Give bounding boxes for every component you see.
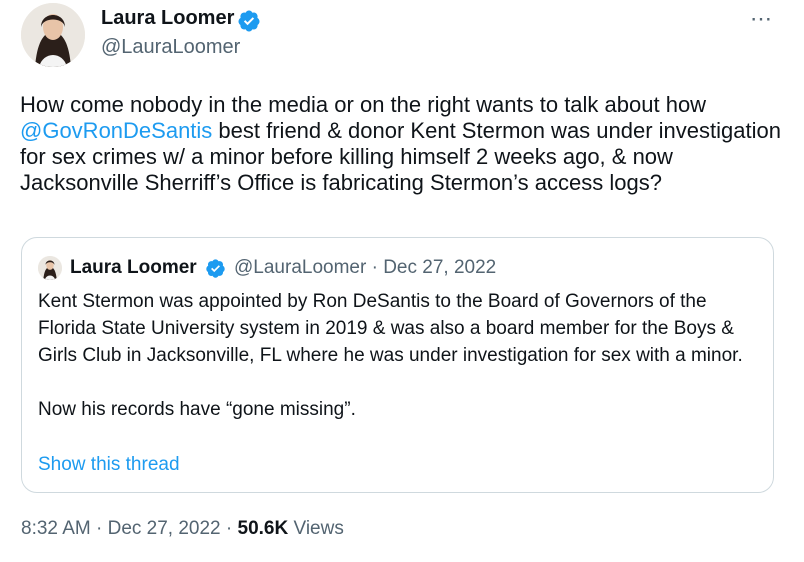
verified-badge-icon <box>238 10 260 32</box>
quoted-author-avatar[interactable] <box>38 256 62 280</box>
tweet-text: How come nobody in the media or on the r… <box>20 92 790 196</box>
views-label: Views <box>288 518 344 539</box>
show-thread-link[interactable]: Show this thread <box>38 454 180 476</box>
quoted-tweet-text: Kent Stermon was appointed by Ron DeSant… <box>38 291 743 420</box>
timestamp[interactable]: 8:32 AM · Dec 27, 2022 · <box>21 518 238 539</box>
tweet-text-part: How come nobody in the media or on the r… <box>20 92 707 117</box>
quoted-handle-date[interactable]: @LauraLoomer · Dec 27, 2022 <box>234 257 496 279</box>
verified-badge-icon <box>206 259 225 278</box>
author-avatar[interactable] <box>21 3 85 67</box>
views-count: 50.6K <box>237 518 289 539</box>
quoted-author-name[interactable]: Laura Loomer <box>70 257 197 279</box>
quoted-tweet[interactable]: Laura Loomer @LauraLoomer · Dec 27, 2022… <box>21 237 774 493</box>
author-handle[interactable]: @LauraLoomer <box>101 36 240 59</box>
author-name[interactable]: Laura Loomer <box>101 7 234 30</box>
more-options-icon[interactable]: ⋯ <box>750 6 773 32</box>
tweet-footer: 8:32 AM · Dec 27, 2022 · 50.6K Views <box>21 518 344 540</box>
mention-link[interactable]: @GovRonDeSantis <box>20 118 212 143</box>
